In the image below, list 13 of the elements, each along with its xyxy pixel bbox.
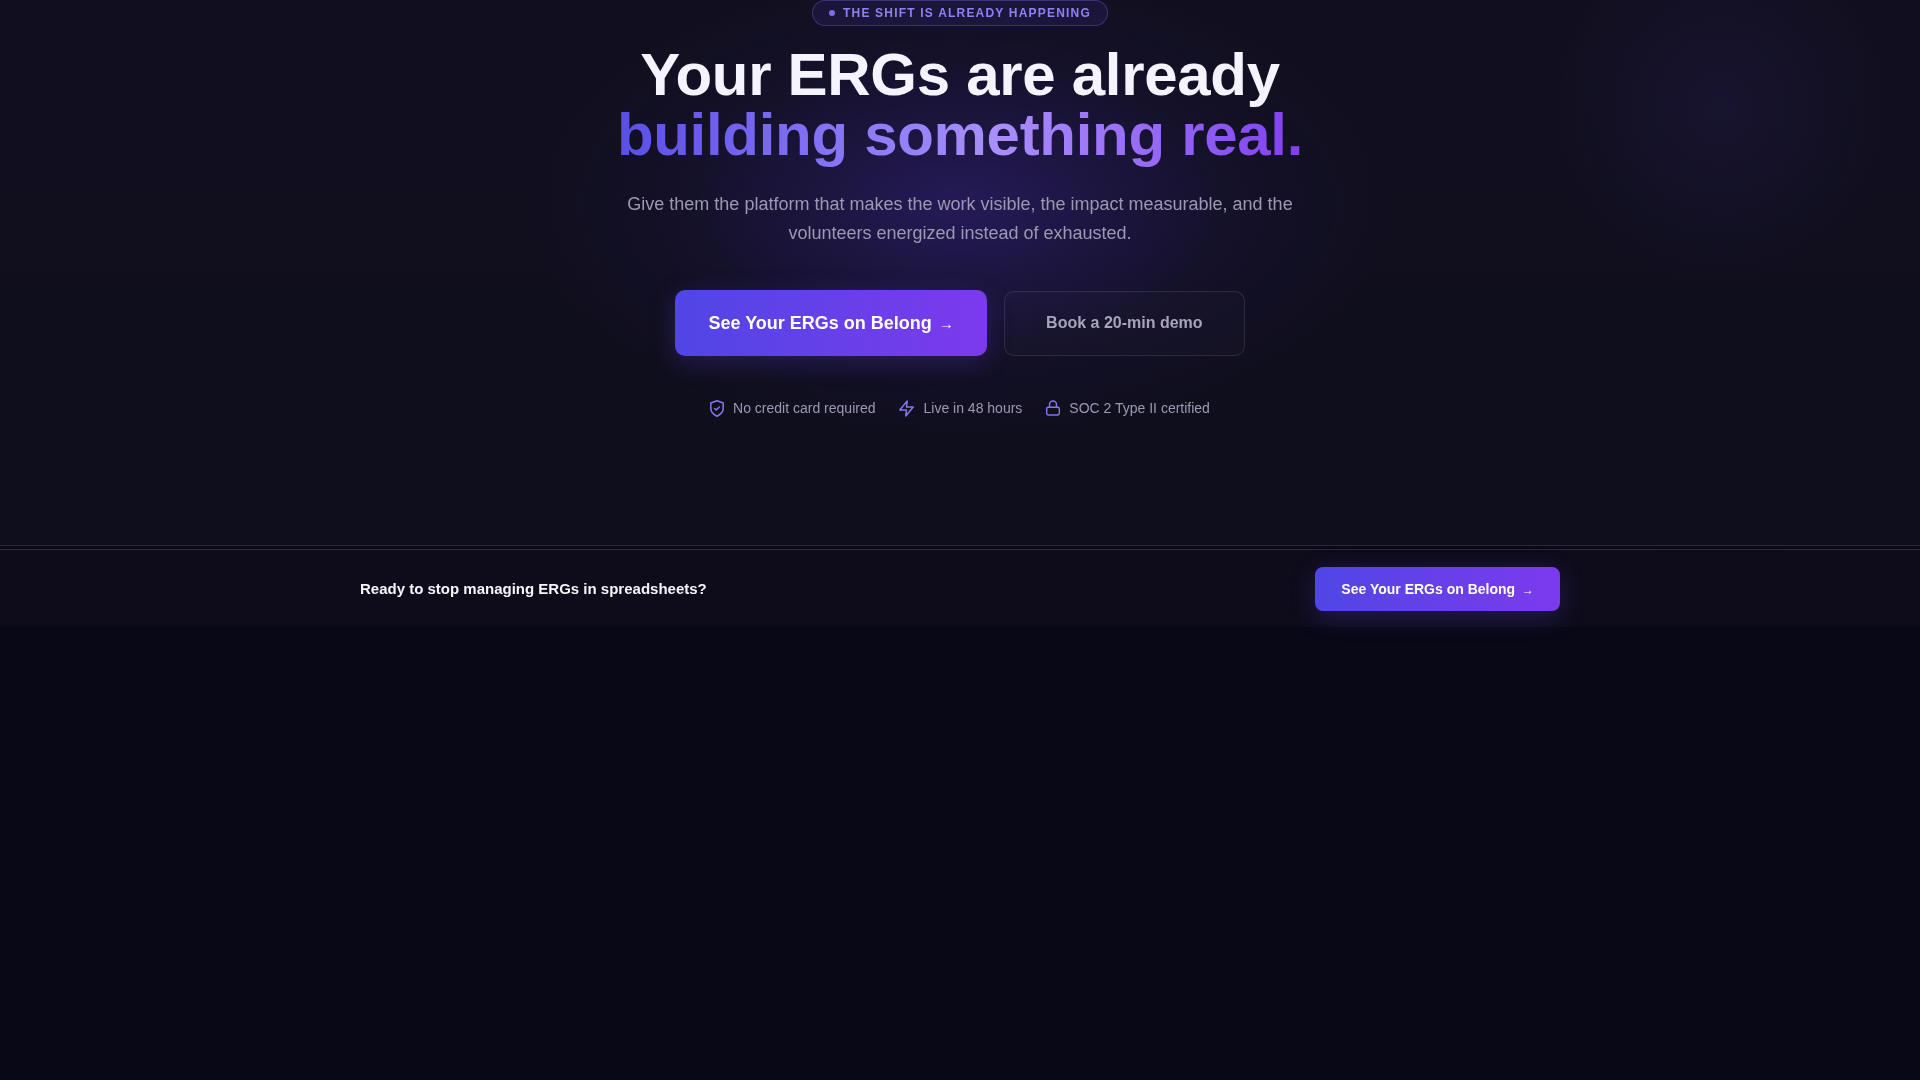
dot-icon (829, 10, 835, 16)
lightning-bolt-icon (899, 399, 915, 417)
hero-subtitle: Give them the platform that makes the work visible, the impact measurable, and the volunteers energized instead of exhausted. (626, 193, 1294, 245)
trust-label: Live in 48 hours (923, 399, 1023, 417)
cta-bar-button[interactable]: See Your ERGs on Belong → (1315, 566, 1560, 611)
badge-label: THE SHIFT IS ALREADY HAPPENING (843, 6, 1091, 20)
trust-label: SOC 2 Type II certified (1069, 399, 1210, 417)
shield-check-icon (710, 399, 725, 417)
primary-cta-button[interactable]: See Your ERGs on Belong → (675, 290, 988, 356)
padlock-icon (1046, 400, 1061, 416)
demo-button[interactable]: Book a 20-min demo (1004, 290, 1245, 356)
trust-label: No credit card required (733, 399, 876, 417)
cta-bar-text: Ready to stop managing ERGs in spreadsheets? (360, 580, 707, 597)
